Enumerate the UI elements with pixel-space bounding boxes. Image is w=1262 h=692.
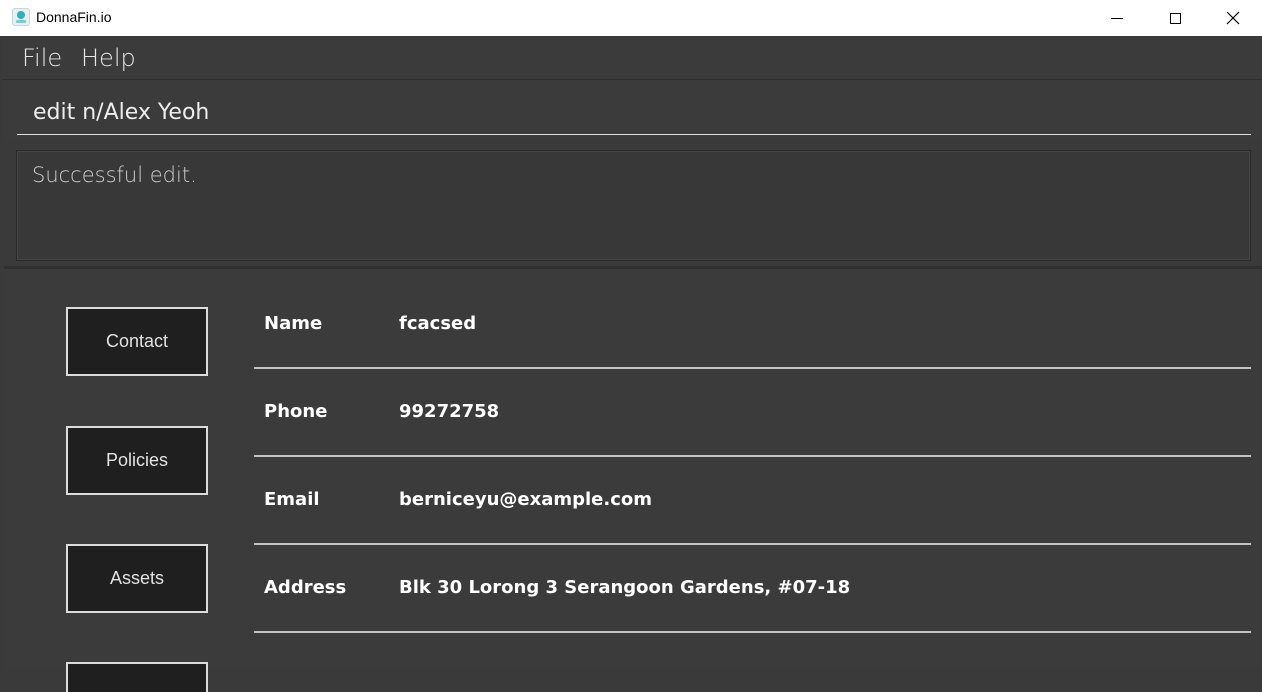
field-value-email: berniceyu@example.com: [399, 489, 652, 510]
field-label-email: Email: [264, 489, 320, 510]
close-button[interactable]: [1204, 0, 1262, 36]
command-input[interactable]: [17, 90, 1251, 135]
tab-assets[interactable]: Assets: [66, 544, 208, 613]
maximize-icon: [1169, 12, 1181, 24]
field-row-phone: Phone 99272758: [254, 369, 1251, 457]
tab-contact[interactable]: Contact: [66, 307, 208, 376]
field-value-phone: 99272758: [399, 401, 500, 422]
tab-policies[interactable]: Policies: [66, 426, 208, 495]
window-title: DonnaFin.io: [36, 9, 112, 25]
result-message: Successful edit.: [32, 163, 197, 187]
menu-file[interactable]: File: [22, 44, 62, 72]
field-label-name: Name: [264, 313, 323, 334]
field-label-phone: Phone: [264, 401, 328, 422]
minimize-button[interactable]: [1088, 0, 1146, 36]
field-row-email: Email berniceyu@example.com: [254, 457, 1251, 545]
close-icon: [1226, 11, 1240, 25]
minimize-icon: [1111, 17, 1123, 19]
result-display: Successful edit.: [16, 150, 1251, 261]
field-label-address: Address: [264, 577, 347, 598]
maximize-button[interactable]: [1146, 0, 1204, 36]
field-row-name: Name fcacsed: [254, 281, 1251, 369]
field-row-address: Address Blk 30 Lorong 3 Serangoon Garden…: [254, 545, 1251, 633]
field-value-name: fcacsed: [399, 313, 477, 334]
command-box: [2, 80, 1262, 142]
field-value-address: Blk 30 Lorong 3 Serangoon Gardens, #07-1…: [399, 577, 851, 598]
menu-bar: File Help: [2, 36, 1262, 80]
menu-help[interactable]: Help: [81, 44, 136, 72]
tab-next[interactable]: [66, 662, 208, 692]
window-titlebar: DonnaFin.io: [0, 0, 1262, 36]
donnafin-logo-icon: [12, 8, 30, 26]
